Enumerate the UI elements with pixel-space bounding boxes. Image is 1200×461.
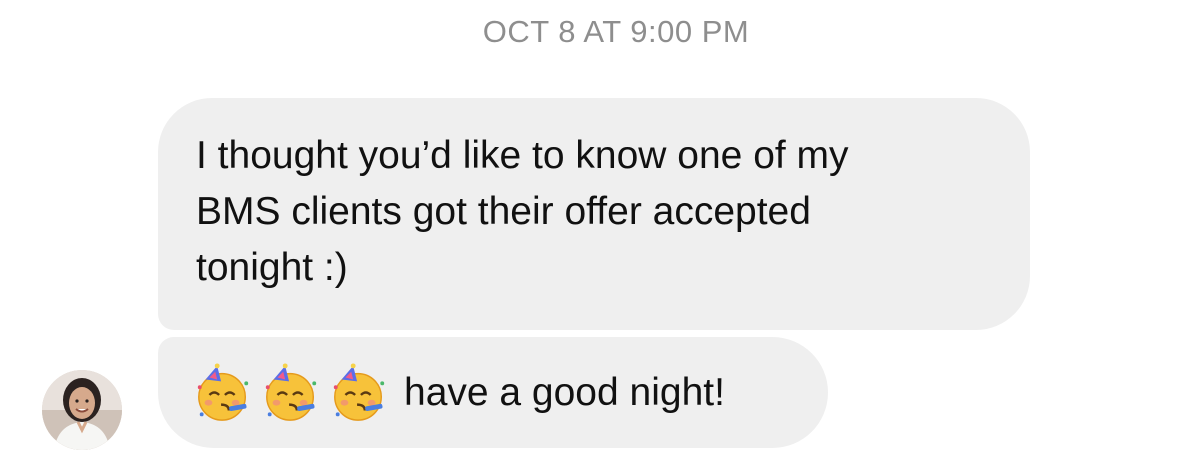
partying-face-emoji: [197, 362, 249, 421]
profile-photo-avatar: [42, 370, 122, 450]
message-bubble[interactable]: have a good night!: [158, 337, 828, 448]
sender-avatar[interactable]: [42, 370, 122, 450]
message-text: have a good night!: [404, 370, 725, 414]
partying-face-emoji: [265, 362, 317, 421]
message-timestamp: OCT 8 AT 9:00 PM: [482, 14, 750, 49]
emoji-group: [192, 362, 390, 424]
partying-face-emoji: [333, 362, 385, 421]
message-thread: OCT 8 AT 9:00 PM I thought you’d like to…: [0, 0, 1200, 461]
message-bubble[interactable]: I thought you’d like to know one of my B…: [158, 98, 1030, 330]
message-text: I thought you’d like to know one of my B…: [196, 134, 849, 289]
